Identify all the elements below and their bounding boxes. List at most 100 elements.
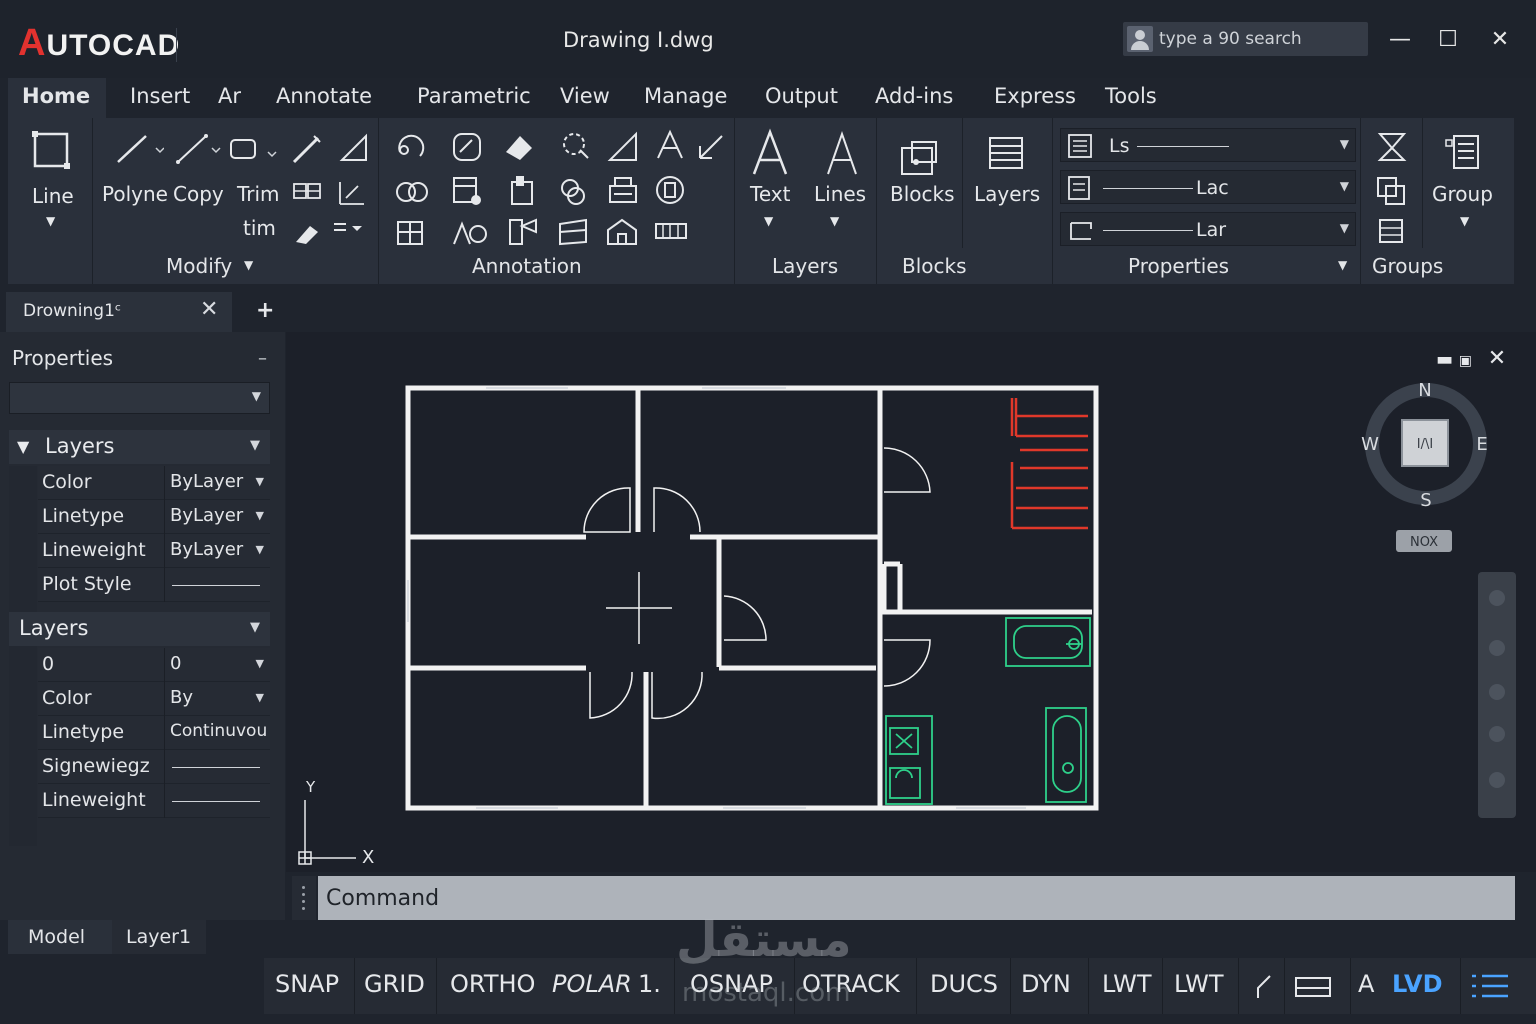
user-icon[interactable] [1127, 26, 1153, 52]
chevron-down-icon[interactable]: ▼ [764, 214, 773, 228]
command-grip[interactable] [292, 876, 316, 920]
text-style-icon[interactable] [652, 128, 688, 162]
lines-icon[interactable] [824, 128, 860, 178]
chevron-down-icon[interactable]: ▼ [46, 214, 55, 228]
line-icon[interactable] [30, 128, 72, 174]
search-box[interactable] [1123, 22, 1368, 56]
selection-dropdown[interactable]: ▼ [9, 382, 270, 414]
dyn-toggle[interactable]: DYN [1021, 970, 1071, 998]
annotation-panel-title[interactable]: Annotation [472, 254, 582, 278]
tim-button[interactable]: tim [243, 216, 276, 240]
showmotion-icon[interactable] [1489, 726, 1505, 742]
leader-icon[interactable] [502, 130, 538, 164]
polar-toggle[interactable]: POLAR [552, 970, 632, 998]
eraser-icon[interactable] [292, 218, 322, 246]
property-row-color-2[interactable]: Color By ▼ [38, 682, 270, 716]
line-button[interactable]: Line [32, 184, 74, 208]
chevron-down-icon[interactable]: ▼ [250, 620, 260, 635]
radius-icon[interactable] [558, 130, 594, 164]
grid-table-icon[interactable] [394, 218, 430, 248]
lines-button[interactable]: Lines [814, 182, 866, 206]
search-input[interactable] [1159, 26, 1359, 52]
modify-panel-title[interactable]: Modify [166, 254, 232, 278]
polar-value[interactable]: 1. [638, 970, 661, 998]
layers-panel-title[interactable]: Layers [772, 254, 838, 278]
chevron-down-icon[interactable]: ▼ [256, 509, 264, 522]
dimension-icon[interactable] [394, 130, 430, 164]
tab-add-ins[interactable]: Add-ins [875, 84, 953, 108]
hatch-icon[interactable] [556, 216, 592, 248]
house-icon[interactable] [604, 216, 640, 248]
viewport-minimize-icon[interactable]: ▬ [1436, 349, 1453, 370]
chevron-down-icon[interactable]: ▼ [250, 438, 260, 453]
polyline-icon[interactable] [114, 132, 164, 166]
layer-property-dropdown[interactable]: Ls ▼ [1060, 128, 1356, 162]
blocks-icon[interactable] [898, 138, 942, 178]
chevron-down-icon[interactable]: ▼ [256, 657, 264, 670]
grid-toggle[interactable]: GRID [364, 970, 425, 998]
zoom-icon[interactable] [1489, 640, 1505, 656]
layers-icon[interactable] [986, 134, 1026, 174]
tab-output[interactable]: Output [765, 84, 838, 108]
property-row-lineweight-2[interactable]: Lineweight [38, 784, 270, 818]
scale-bar-icon[interactable] [654, 220, 690, 244]
tab-insert[interactable]: Insert [130, 84, 190, 108]
multileader-icon[interactable] [394, 174, 430, 208]
text-button[interactable]: Text [750, 182, 790, 206]
close-icon[interactable]: ✕ [200, 297, 218, 322]
tab-parametric[interactable]: Parametric [417, 84, 531, 108]
viewport-restore-icon[interactable]: ▣ [1459, 353, 1472, 369]
properties-panel-title[interactable]: Properties [1128, 254, 1229, 278]
pencil-icon[interactable] [290, 132, 324, 166]
viewcube[interactable]: I/\I N S E W NOX [1361, 380, 1488, 552]
group-table-icon[interactable] [1376, 218, 1410, 246]
table-icon[interactable] [292, 180, 326, 208]
lvd-toggle[interactable]: LVD [1392, 970, 1442, 998]
compass-east[interactable]: E [1476, 434, 1487, 455]
property-row-lineweight[interactable]: Lineweight ByLayer ▼ [38, 534, 270, 568]
stretch-icon[interactable] [336, 178, 370, 208]
new-tab-button[interactable]: + [256, 298, 274, 323]
tab-annotate[interactable]: Annotate [276, 84, 372, 108]
circle-number-icon[interactable] [654, 174, 690, 208]
command-line[interactable] [318, 876, 1515, 920]
chevron-down-icon[interactable]: ▼ [252, 389, 261, 403]
table-insert-icon[interactable] [450, 174, 486, 208]
layout-icon[interactable] [1294, 976, 1334, 998]
group-icon[interactable] [1444, 132, 1484, 172]
orbit-icon[interactable] [1489, 684, 1505, 700]
close-button[interactable]: ✕ [1485, 26, 1515, 54]
list-dropdown-icon[interactable] [332, 218, 368, 242]
maximize-button[interactable]: ☐ [1433, 26, 1463, 54]
chevron-down-icon[interactable]: ▼ [256, 475, 264, 488]
angular-icon[interactable] [606, 130, 642, 164]
tab-layer1[interactable]: Layer1 [112, 920, 206, 954]
property-row-signewiegz[interactable]: Signewiegz [38, 750, 270, 784]
text-icon[interactable] [750, 128, 790, 178]
trim-button[interactable]: Trim [237, 182, 280, 206]
copy-button[interactable]: Copy [173, 182, 224, 206]
blocks-button[interactable]: Blocks [890, 182, 955, 206]
chevron-down-icon[interactable]: ▼ [1340, 221, 1349, 235]
rectangle-icon[interactable] [228, 132, 282, 166]
polyne-button[interactable]: Polyne [102, 182, 168, 206]
tab-express[interactable]: Express [994, 84, 1076, 108]
groups-panel-title[interactable]: Groups [1372, 254, 1443, 278]
group-button[interactable]: Group [1432, 182, 1493, 206]
tab-home[interactable]: Home [8, 78, 106, 118]
layers-button[interactable]: Layers [974, 182, 1040, 206]
chevron-down-icon[interactable]: ▼ [830, 214, 839, 228]
pen-icon[interactable] [1252, 974, 1276, 1000]
chevron-down-icon[interactable]: ▼ [1338, 258, 1347, 272]
linetype-property-dropdown[interactable]: Lar ▼ [1060, 212, 1356, 246]
lwt-toggle[interactable]: LWT [1102, 970, 1152, 998]
color-property-dropdown[interactable]: Lac ▼ [1060, 170, 1356, 204]
printer-icon[interactable] [606, 174, 642, 208]
minimize-icon[interactable]: – [258, 348, 267, 369]
snap-toggle[interactable]: SNAP [275, 970, 339, 998]
property-row-linetype[interactable]: Linetype ByLayer ▼ [38, 500, 270, 534]
tab-manage[interactable]: Manage [644, 84, 727, 108]
tab-ar[interactable]: Ar [218, 84, 241, 108]
arc-dim-icon[interactable] [450, 130, 486, 164]
section-header-layers[interactable]: ▼ Layers ▼ [9, 430, 270, 464]
